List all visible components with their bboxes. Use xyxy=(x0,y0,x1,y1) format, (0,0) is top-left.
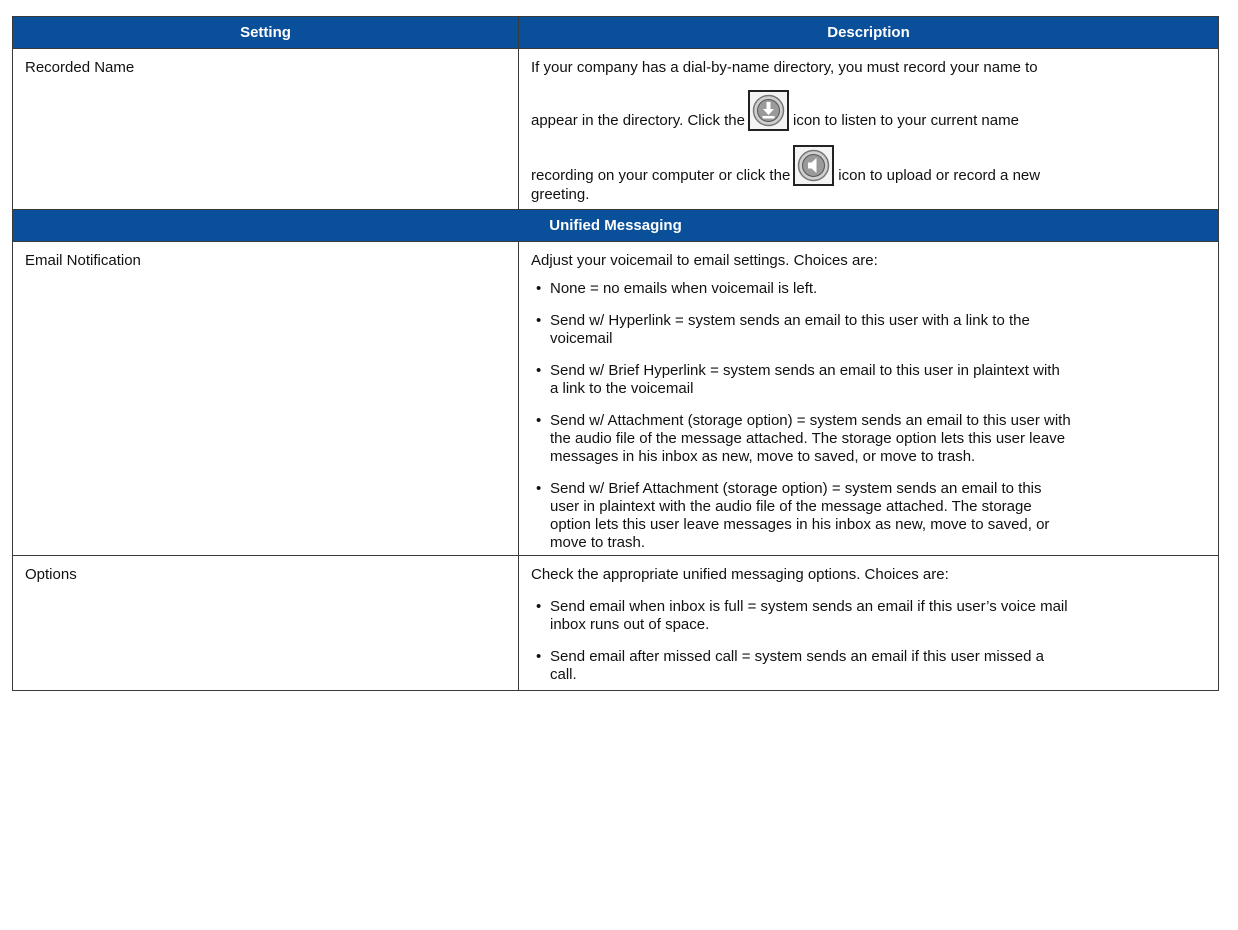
header-row: Setting Description xyxy=(12,16,1219,49)
description-cell: Adjust your voicemail to email settings.… xyxy=(518,241,1219,556)
description-line: greeting. xyxy=(531,186,590,203)
list-item-line: the audio file of the message attached. … xyxy=(550,430,1066,447)
description-text: icon to listen to your current name xyxy=(793,112,1019,129)
list-item-line: Send email when inbox is full = system s… xyxy=(550,598,1068,615)
list-item: • Send w/ Hyperlink = system sends an em… xyxy=(531,312,1206,348)
table-row-recorded-name: Recorded Name If your company has a dial… xyxy=(12,48,1219,210)
list-item-line: call. xyxy=(550,666,577,683)
description-intro: Adjust your voicemail to email settings.… xyxy=(531,252,878,269)
section-title: Unified Messaging xyxy=(12,209,1219,242)
bullet-icon: • xyxy=(536,648,542,665)
description-line: appear in the directory. Click the icon … xyxy=(531,90,1206,131)
bullet-icon: • xyxy=(536,480,542,497)
description-line: recording on your computer or click the … xyxy=(531,145,1206,186)
section-row: Unified Messaging xyxy=(12,209,1219,242)
setting-name: Options xyxy=(25,566,77,583)
list-item-line: option lets this user leave messages in … xyxy=(550,516,1050,533)
list-item: • Send w/ Attachment (storage option) = … xyxy=(531,412,1206,466)
table-row-options: Options Check the appropriate unified me… xyxy=(12,555,1219,691)
table-row-email-notification: Email Notification Adjust your voicemail… xyxy=(12,241,1219,556)
list-item-line: None = no emails when voicemail is left. xyxy=(550,280,818,297)
list-item: • Send w/ Brief Hyperlink = system sends… xyxy=(531,362,1206,398)
description-text: appear in the directory. Click the xyxy=(531,112,745,129)
setting-cell: Email Notification xyxy=(12,241,519,556)
list-item-line: Send w/ Hyperlink = system sends an emai… xyxy=(550,312,1030,329)
bullet-icon: • xyxy=(536,362,542,379)
setting-cell: Recorded Name xyxy=(12,48,519,210)
list-item: • Send w/ Brief Attachment (storage opti… xyxy=(531,480,1206,552)
bullet-icon: • xyxy=(536,280,542,297)
description-text: icon to upload or record a new xyxy=(838,167,1041,184)
list-item: • None = no emails when voicemail is lef… xyxy=(531,280,1206,298)
list-item-line: Send w/ Brief Hyperlink = system sends a… xyxy=(550,362,1060,379)
list-item-line: Send email after missed call = system se… xyxy=(550,648,1044,665)
list-item-line: user in plaintext with the audio file of… xyxy=(550,498,1032,515)
setting-name: Email Notification xyxy=(25,252,141,269)
speaker-icon xyxy=(793,145,835,186)
setting-column-header: Setting xyxy=(12,16,519,49)
list-item-line: Send w/ Brief Attachment (storage option… xyxy=(550,480,1042,497)
bullet-icon: • xyxy=(536,412,542,429)
download-icon xyxy=(748,90,789,131)
list-item-line: inbox runs out of space. xyxy=(550,616,710,633)
list-item-line: voicemail xyxy=(550,330,613,347)
setting-name: Recorded Name xyxy=(25,59,135,76)
list-item-line: a link to the voicemail xyxy=(550,380,694,397)
list-item-line: messages in his inbox as new, move to sa… xyxy=(550,448,976,465)
setting-cell: Options xyxy=(12,555,519,691)
description-intro: Check the appropriate unified messaging … xyxy=(531,566,949,583)
description-cell: If your company has a dial-by-name direc… xyxy=(518,48,1219,210)
description-column-header: Description xyxy=(518,16,1219,49)
description-cell: Check the appropriate unified messaging … xyxy=(518,555,1219,691)
description-line: If your company has a dial-by-name direc… xyxy=(531,59,1038,76)
bullet-icon: • xyxy=(536,598,542,615)
settings-table: Setting Description Recorded Name If you… xyxy=(12,16,1219,691)
list-item: • Send email after missed call = system … xyxy=(531,648,1206,684)
list-item: • Send email when inbox is full = system… xyxy=(531,598,1206,634)
bullet-icon: • xyxy=(536,312,542,329)
list-item-line: move to trash. xyxy=(550,534,646,551)
description-text: recording on your computer or click the xyxy=(531,167,791,184)
list-item-line: Send w/ Attachment (storage option) = sy… xyxy=(550,412,1071,429)
